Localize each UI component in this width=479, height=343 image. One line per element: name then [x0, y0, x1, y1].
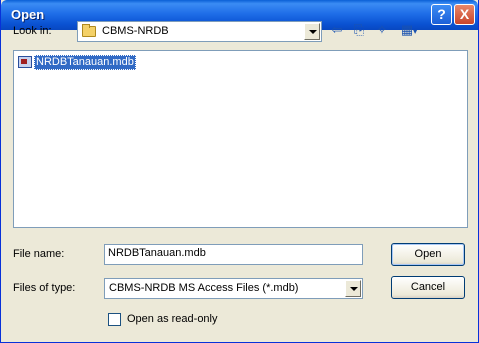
read-only-checkbox[interactable] — [108, 313, 121, 326]
help-button[interactable]: ? — [431, 4, 452, 25]
new-folder-icon[interactable]: ✧ — [374, 23, 390, 37]
files-of-type-dropdown[interactable]: CBMS-NRDB MS Access Files (*.mdb) — [104, 278, 363, 299]
files-of-type-label: Files of type: — [13, 282, 76, 294]
chevron-down-icon[interactable] — [304, 23, 320, 40]
views-icon: ▦ — [400, 22, 414, 37]
window-title: Open — [11, 7, 45, 22]
open-button[interactable]: Open — [391, 243, 465, 266]
access-db-file-icon — [18, 56, 32, 68]
back-icon[interactable]: ⇦ — [329, 23, 345, 37]
help-icon: ? — [437, 6, 446, 22]
files-of-type-value: CBMS-NRDB MS Access Files (*.mdb) — [109, 282, 299, 294]
file-name-input[interactable] — [108, 247, 308, 259]
file-name-label: File name: — [13, 248, 65, 260]
open-dialog: Open ? X Look in: CBMS-NRDB ⇦ ⎘ ✧ ▦▾ NRD… — [0, 0, 479, 343]
look-in-label: Look in: — [13, 25, 52, 37]
up-folder-icon[interactable]: ⎘ — [351, 23, 367, 37]
file-list[interactable]: NRDBTanauan.mdb — [13, 50, 468, 228]
read-only-label[interactable]: Open as read-only — [127, 313, 218, 325]
cancel-button[interactable]: Cancel — [391, 276, 465, 299]
look-in-value: CBMS-NRDB — [102, 25, 169, 37]
look-in-dropdown[interactable]: CBMS-NRDB — [77, 21, 322, 42]
close-button[interactable]: X — [454, 4, 475, 25]
chevron-down-icon[interactable] — [345, 280, 361, 297]
views-menu-icon[interactable]: ▦▾ — [398, 23, 420, 37]
file-name-field[interactable] — [104, 244, 363, 265]
folder-icon — [82, 24, 96, 37]
close-icon: X — [459, 6, 470, 22]
file-item-name: NRDBTanauan.mdb — [34, 55, 136, 70]
